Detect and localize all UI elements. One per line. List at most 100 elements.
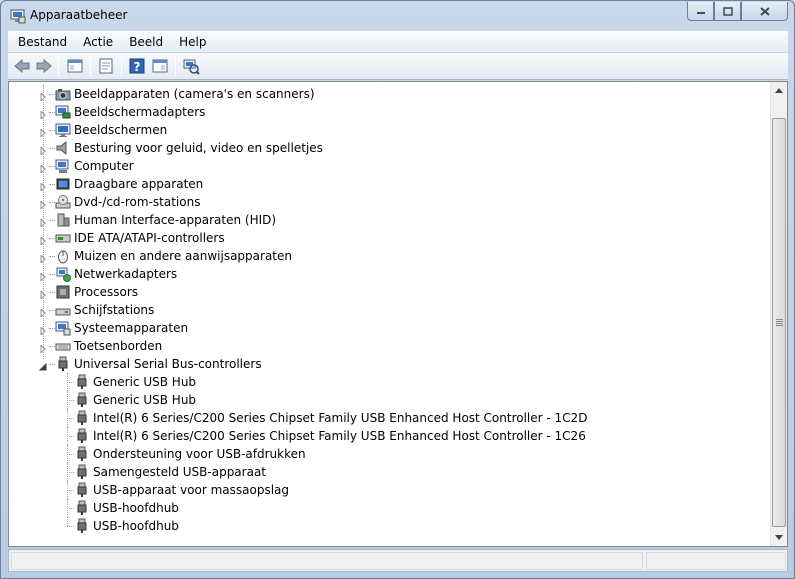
- close-button[interactable]: [741, 2, 788, 21]
- menu-bar: Bestand Actie Beeld Help: [8, 31, 788, 53]
- tree-connector: [67, 526, 74, 527]
- maximize-icon: [722, 6, 733, 16]
- scan-hardware-icon[interactable]: [182, 57, 200, 75]
- usb-plug-icon: [74, 410, 90, 426]
- help-icon[interactable]: ?: [128, 57, 146, 75]
- tree-node-category[interactable]: Universal Serial Bus-controllers: [9, 355, 771, 373]
- tree-node-category[interactable]: Schijfstations: [9, 301, 771, 319]
- thumb-grip: [776, 319, 783, 320]
- menu-help[interactable]: Help: [173, 32, 212, 52]
- ide-controller-icon: [55, 230, 71, 246]
- tree-node-category[interactable]: Human Interface-apparaten (HID): [9, 211, 771, 229]
- thumb-grip: [776, 323, 783, 324]
- forward-arrow-icon[interactable]: [35, 57, 53, 75]
- back-arrow-icon[interactable]: [13, 57, 31, 75]
- tree-node-device[interactable]: Ondersteuning voor USB-afdrukken: [9, 445, 771, 463]
- usb-plug-icon: [74, 392, 90, 408]
- minimize-button[interactable]: [687, 2, 714, 21]
- tree-node-category[interactable]: Beeldschermadapters: [9, 103, 771, 121]
- keyboard-icon: [55, 338, 71, 354]
- usb-plug-icon: [74, 446, 90, 462]
- minimize-icon: [696, 12, 705, 14]
- svg-text:?: ?: [134, 60, 141, 74]
- tree-node-category[interactable]: Beeldschermen: [9, 121, 771, 139]
- tree-connector: [67, 508, 74, 509]
- vertical-scrollbar[interactable]: [770, 82, 787, 546]
- collapse-arrow-icon[interactable]: [38, 360, 47, 371]
- usb-plug-icon: [74, 518, 90, 534]
- tree-node-category[interactable]: IDE ATA/ATAPI-controllers: [9, 229, 771, 247]
- network-adapter-icon: [55, 266, 71, 282]
- tree-node-label: Samengesteld USB-apparaat: [93, 465, 267, 479]
- hid-icon: [55, 212, 71, 228]
- properties-icon[interactable]: [97, 57, 115, 75]
- tree-node-device[interactable]: Generic USB Hub: [9, 391, 771, 409]
- tree-node-category[interactable]: Computer: [9, 157, 771, 175]
- tree-node-label: Muizen en andere aanwijsapparaten: [74, 249, 292, 263]
- usb-plug-icon: [74, 500, 90, 516]
- tree-trunk: [43, 85, 44, 359]
- computer-icon: [55, 158, 71, 174]
- tree-node-label: Beeldapparaten (camera's en scanners): [74, 87, 315, 101]
- tree-node-label: Netwerkadapters: [74, 267, 178, 281]
- tree-node-category[interactable]: Netwerkadapters: [9, 265, 771, 283]
- usb-plug-icon: [55, 356, 71, 372]
- title-bar[interactable]: Apparaatbeheer: [1, 1, 794, 31]
- tree-node-category[interactable]: Beeldapparaten (camera's en scanners): [9, 85, 771, 103]
- tree-node-label: USB-apparaat voor massaopslag: [93, 483, 290, 497]
- tree-connector: [67, 454, 74, 455]
- menu-beeld[interactable]: Beeld: [123, 32, 169, 52]
- scroll-down-icon: [775, 535, 783, 540]
- tree-connector: [67, 382, 74, 383]
- tree-node-category[interactable]: Draagbare apparaten: [9, 175, 771, 193]
- optical-drive-icon: [55, 194, 71, 210]
- tree-node-device[interactable]: Samengesteld USB-apparaat: [9, 463, 771, 481]
- device-manager-window: Apparaatbeheer Bestand Actie Beeld Help: [0, 0, 795, 579]
- maximize-button[interactable]: [714, 2, 741, 21]
- caption-buttons: [687, 2, 788, 21]
- tree-node-device[interactable]: Intel(R) 6 Series/C200 Series Chipset Fa…: [9, 409, 771, 427]
- tree-connector: [67, 400, 74, 401]
- device-tree-view[interactable]: Beeldapparaten (camera's en scanners) Bee…: [8, 81, 788, 547]
- scroll-up-icon: [775, 88, 783, 93]
- tree-node-device[interactable]: USB-hoofdhub: [9, 499, 771, 517]
- status-bar: [8, 549, 788, 572]
- scroll-down-button[interactable]: [771, 529, 787, 546]
- menu-bestand[interactable]: Bestand: [12, 32, 73, 52]
- tree-node-device[interactable]: Generic USB Hub: [9, 373, 771, 391]
- scroll-up-button[interactable]: [771, 82, 787, 99]
- action-pane-icon[interactable]: [151, 57, 169, 75]
- menu-actie[interactable]: Actie: [77, 32, 119, 52]
- tree-connector: [67, 517, 68, 526]
- device-manager-icon: [10, 9, 26, 24]
- camera-icon: [55, 86, 71, 102]
- tree-node-label: Intel(R) 6 Series/C200 Series Chipset Fa…: [93, 429, 586, 443]
- usb-plug-icon: [74, 464, 90, 480]
- tree-connector: [67, 490, 74, 491]
- window-title: Apparaatbeheer: [30, 8, 128, 22]
- tree-node-device[interactable]: Intel(R) 6 Series/C200 Series Chipset Fa…: [9, 427, 771, 445]
- status-pane-main: [11, 552, 643, 570]
- tree-node-category[interactable]: Toetsenborden: [9, 337, 771, 355]
- scroll-thumb[interactable]: [772, 118, 786, 527]
- tree-node-category[interactable]: Dvd-/cd-rom-stations: [9, 193, 771, 211]
- tree-node-category[interactable]: Besturing voor geluid, video en spelletj…: [9, 139, 771, 157]
- show-hide-console-tree-icon[interactable]: [66, 57, 84, 75]
- tree-node-label: Intel(R) 6 Series/C200 Series Chipset Fa…: [93, 411, 588, 425]
- tree-node-device[interactable]: USB-apparaat voor massaopslag: [9, 481, 771, 499]
- tree-node-label: Generic USB Hub: [93, 375, 197, 389]
- mouse-icon: [55, 248, 71, 264]
- usb-plug-icon: [74, 482, 90, 498]
- tree-node-label: Draagbare apparaten: [74, 177, 204, 191]
- tree-connector: [67, 436, 74, 437]
- tree-node-category[interactable]: Muizen en andere aanwijsapparaten: [9, 247, 771, 265]
- toolbar-separator: [58, 57, 59, 76]
- tree-node-category[interactable]: Processors: [9, 283, 771, 301]
- tree-node-label: Universal Serial Bus-controllers: [74, 357, 262, 371]
- device-tree: Beeldapparaten (camera's en scanners) Bee…: [9, 85, 771, 535]
- tree-node-label: Schijfstations: [74, 303, 155, 317]
- tree-node-label: Computer: [74, 159, 134, 173]
- tree-node-category[interactable]: Systeemapparaten: [9, 319, 771, 337]
- tree-node-device[interactable]: USB-hoofdhub: [9, 517, 771, 535]
- tree-connector: [67, 418, 74, 419]
